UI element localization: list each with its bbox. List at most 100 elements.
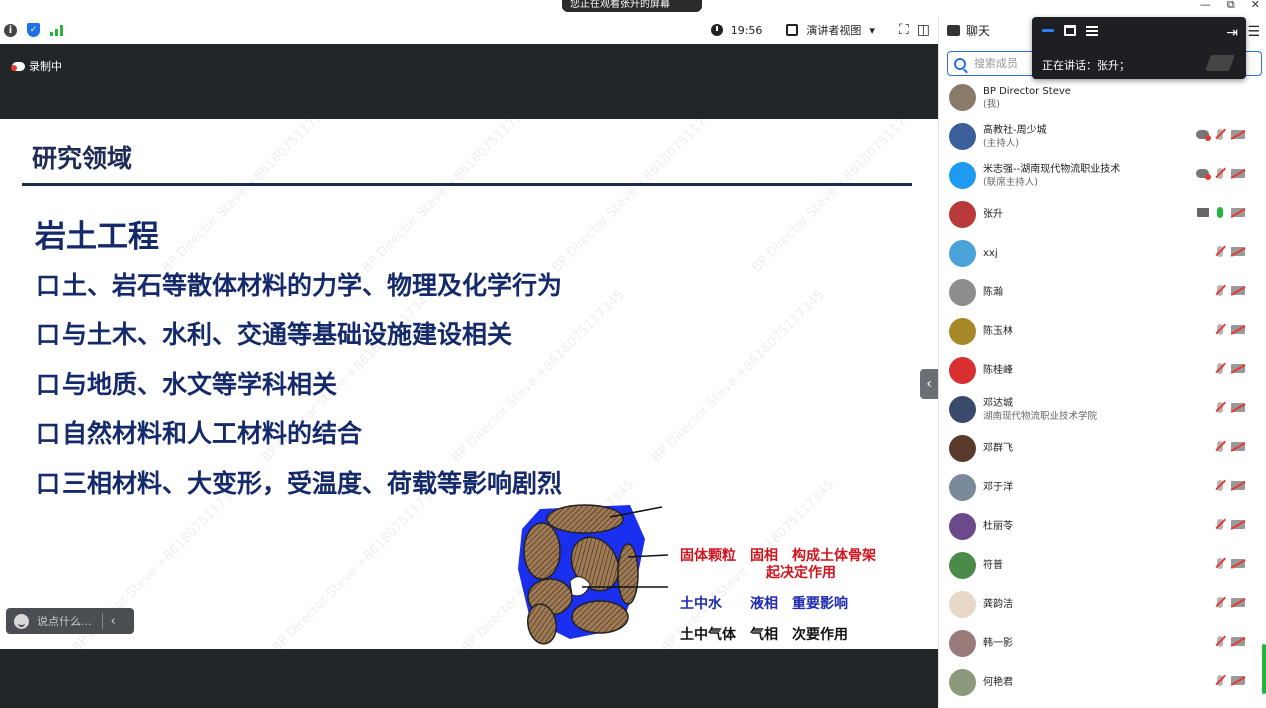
comment-input-bar[interactable]: 说点什么... ‹ [6,608,134,634]
avatar[interactable] [949,201,976,228]
avatar[interactable] [949,123,976,150]
mic-muted-icon[interactable] [1217,675,1223,686]
restore-button[interactable]: ⧉ [1227,0,1235,12]
member-list: BP Director Steve (我) 高教社-周少城 (主持人) 米志强--湖南现… [939,78,1266,702]
camera-off-icon[interactable] [1231,403,1245,412]
camera-off-icon[interactable] [1231,520,1245,529]
camera-off-icon[interactable] [1231,598,1245,607]
avatar[interactable] [949,318,976,345]
menu-icon[interactable]: ☰ [1247,24,1260,40]
member-row[interactable]: 陈玉林 [939,312,1266,351]
member-row[interactable]: 韩一影 [939,624,1266,663]
split-view-icon[interactable]: ◫ [917,22,930,38]
avatar[interactable] [949,240,976,267]
avatar[interactable] [949,513,976,540]
recording-indicator[interactable]: 录制中 [11,58,62,74]
avatar[interactable] [949,279,976,306]
security-shield-icon[interactable]: ✓ [27,23,40,37]
mic-muted-icon[interactable] [1217,168,1223,179]
mic-muted-icon[interactable] [1217,363,1223,374]
info-icon[interactable]: i [4,23,17,37]
avatar[interactable] [949,591,976,618]
camera-off-icon[interactable] [1231,325,1245,334]
mic-on-icon[interactable] [1217,207,1223,218]
mic-muted-icon[interactable] [1217,558,1223,569]
avatar[interactable] [949,396,976,423]
chevron-left-icon[interactable]: ‹ [111,614,116,629]
view-mode-dropdown[interactable]: 演讲者视图 [806,22,861,38]
speaking-status: 正在讲话：张升； [1042,59,1130,72]
avatar[interactable] [949,84,976,111]
member-role: (我) [983,98,1000,110]
mic-muted-icon[interactable] [1217,480,1223,491]
member-row[interactable]: 陈瀚 [939,273,1266,312]
camera-off-icon[interactable] [1231,442,1245,451]
mic-muted-icon[interactable] [1217,636,1223,647]
avatar[interactable] [949,435,976,462]
fullscreen-icon[interactable]: ⛶ [899,22,909,38]
close-button[interactable]: ✕ [1251,0,1260,12]
mic-muted-icon[interactable] [1217,519,1223,530]
emoji-icon[interactable] [14,613,29,629]
mic-muted-icon[interactable] [1217,324,1223,335]
screen-share-banner-text: 您正在观看张升的屏幕 [570,0,670,10]
minimize-button[interactable]: — [1200,0,1211,12]
minimize-icon[interactable] [1042,29,1054,32]
mic-muted-icon[interactable] [1217,285,1223,296]
camera-off-icon[interactable] [1231,559,1245,568]
avatar[interactable] [949,357,976,384]
member-row[interactable]: 何艳君 [939,663,1266,702]
member-row[interactable]: 米志强--湖南现代物流职业技术 (联席主持人) [939,156,1266,195]
member-search-input[interactable] [974,57,1034,70]
camera-off-icon[interactable] [1231,169,1245,178]
screen-share-banner[interactable]: 您正在观看张升的屏幕 [562,0,702,12]
member-status-icons [1217,441,1245,452]
screen-share-icon [1197,208,1209,217]
member-list-scrollbar[interactable] [1262,644,1266,694]
member-row[interactable]: 杜丽苓 [939,507,1266,546]
camera-off-icon[interactable] [1231,208,1245,217]
camera-off-icon[interactable] [1231,481,1245,490]
member-row[interactable]: xxj [939,234,1266,273]
bullet-box-icon: 口 [36,370,60,399]
signal-strength-icon[interactable] [50,24,63,36]
avatar[interactable] [949,552,976,579]
member-row[interactable]: 符普 [939,546,1266,585]
collapse-icon[interactable]: ⇥ [1226,25,1238,41]
member-row[interactable]: 邓达城 湖南现代物流职业技术学院 [939,390,1266,429]
mic-muted-icon[interactable] [1217,402,1223,413]
camera-off-icon[interactable] [1231,364,1245,373]
list-icon[interactable] [1086,25,1098,36]
member-row[interactable]: BP Director Steve (我) [939,78,1266,117]
avatar[interactable] [949,630,976,657]
member-row[interactable]: 张升 [939,195,1266,234]
chat-icon[interactable] [947,24,960,36]
mic-muted-icon[interactable] [1217,597,1223,608]
member-row[interactable]: 龚韵洁 [939,585,1266,624]
camera-off-icon[interactable] [1231,247,1245,256]
avatar[interactable] [949,162,976,189]
mic-muted-icon[interactable] [1217,441,1223,452]
avatar[interactable] [949,669,976,696]
member-status-icons [1197,207,1245,218]
member-row[interactable]: 邓群飞 [939,429,1266,468]
member-row[interactable]: 高教社-周少城 (主持人) [939,117,1266,156]
member-info: 张升 [983,208,1003,221]
collapse-panel-button[interactable]: ‹ [920,369,938,399]
mic-muted-icon[interactable] [1217,129,1223,140]
camera-off-icon[interactable] [1231,676,1245,685]
window-icon[interactable] [1064,25,1076,36]
active-speaker-popup[interactable]: ⇥ 正在讲话：张升； [1032,17,1246,79]
camera-off-icon[interactable] [1231,286,1245,295]
chevron-down-icon[interactable]: ▾ [869,24,875,37]
member-name: 高教社-周少城 [983,124,1047,136]
comment-placeholder[interactable]: 说点什么... [37,613,92,629]
member-row[interactable]: 陈桂峰 [939,351,1266,390]
mic-muted-icon[interactable] [1217,246,1223,257]
member-row[interactable]: 邓于洋 [939,468,1266,507]
camera-off-icon[interactable] [1231,637,1245,646]
watermark: BP Director Steve +8618075117345 [549,119,728,276]
chat-tab-label[interactable]: 聊天 [966,22,990,39]
camera-off-icon[interactable] [1231,130,1245,139]
avatar[interactable] [949,474,976,501]
